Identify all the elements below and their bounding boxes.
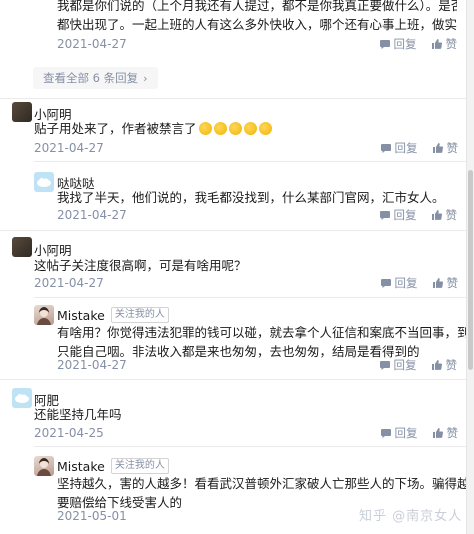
reply-icon [379,40,390,49]
divider [34,161,466,162]
comment-text: 贴子用处来了，作者被禁言了 [34,119,454,138]
comment-text: 还能坚持几年吗 [34,407,122,422]
comment-meta: 2021-04-25 回复 赞 [34,425,458,441]
comment-header: Mistake 关注我的人 [57,307,169,323]
thumbs-up-icon [432,143,443,153]
comment-text-line: 都快出现了。一起上班的人有这么多外快收入，哪个还有心事上班，做实业？ [57,17,457,32]
like-button[interactable]: 赞 [432,425,458,441]
like-button[interactable]: 赞 [431,36,457,52]
thumbs-up-icon [431,210,442,220]
comment-author[interactable]: Mistake [57,459,105,474]
laughing-emoji-icon [243,122,257,135]
cloud-avatar-icon [37,178,51,187]
comment-date: 2021-04-27 [57,208,127,222]
watermark: 知乎 @南京女人 [359,509,463,524]
follower-badge: 关注我的人 [110,458,169,474]
comments-page: 我都是你们说的（上个月我还有人提过，都不是你我真正要做什么）。是否你好心被人骗过… [0,0,474,534]
top-comment: 我都是你们说的（上个月我还有人提过，都不是你我真正要做什么）。是否你好心被人骗过… [57,0,457,34]
comment-text-line: 坚持越久，害的人越多！看看武汉普顿外汇家破人亡那些人的下场。骗得越多，都是 [57,476,474,491]
scrollbar-thumb[interactable] [468,170,473,370]
comment-meta: 2021-04-27 回复 赞 [57,357,457,373]
avatar[interactable] [34,172,54,192]
reply-button[interactable]: 回复 [380,140,418,156]
reply-icon [380,279,391,288]
laughing-emoji-icon [213,122,227,135]
thumbs-up-icon [432,428,443,438]
laughing-emoji-icon [198,122,212,135]
reply-button[interactable]: 回复 [379,36,417,52]
emoji-group [197,121,272,136]
reply-button[interactable]: 回复 [380,275,418,291]
comment-date: 2021-05-01 [57,509,127,523]
reply-icon [380,144,391,153]
laughing-emoji-icon [228,122,242,135]
comment-text-line: 我都是你们说的（上个月我还有人提过，都不是你我真正要做什么）。是否你好心被人骗过… [57,0,457,13]
top-comment-meta: 2021-04-27 回复 赞 [57,36,457,52]
scrollbar[interactable] [466,0,474,534]
person-avatar-icon [37,307,51,325]
reply-button[interactable]: 回复 [380,425,418,441]
like-button[interactable]: 赞 [432,140,458,156]
comment-text: 我找了半天，他们说的，我毛都没找到，什么某部门官网，汇市女人。 [57,190,445,205]
reply-icon [380,429,391,438]
comment-date: 2021-04-27 [34,141,104,155]
avatar[interactable] [12,388,32,408]
comment-text: 这帖子关注度很高啊，可是有啥用呢？ [34,258,247,273]
like-button[interactable]: 赞 [432,275,458,291]
comment-meta: 2021-04-27 回复 赞 [57,207,457,223]
comment-date: 2021-04-25 [34,426,104,440]
divider [0,98,466,99]
divider [34,446,466,447]
chevron-right-icon: › [143,71,148,85]
reply-icon [379,211,390,220]
follower-badge: 关注我的人 [110,307,169,323]
thumbs-up-icon [431,39,442,49]
like-button[interactable]: 赞 [431,207,457,223]
comment-text-line: 有啥用？你觉得违法犯罪的钱可以碰，就去拿个人征信和案底不当回事，到最后苦果 [57,325,474,340]
view-all-replies-button[interactable]: 查看全部 6 条回复 › [33,67,158,89]
comment-date: 2021-04-27 [57,358,127,372]
comment-text: 有啥用？你觉得违法犯罪的钱可以碰，就去拿个人征信和案底不当回事，到最后苦果 只能… [57,323,474,361]
comment-date: 2021-04-27 [57,37,127,51]
divider [0,230,466,231]
reply-icon [379,361,390,370]
comment-meta: 2021-04-27 回复 赞 [34,140,458,156]
avatar[interactable] [12,102,32,122]
comment-meta: 2021-04-27 回复 赞 [34,275,458,291]
avatar[interactable] [34,305,54,325]
cloud-avatar-icon [15,394,29,403]
laughing-emoji-icon [258,122,272,135]
person-avatar-icon [37,458,51,476]
thumbs-up-icon [432,278,443,288]
reply-button[interactable]: 回复 [379,207,417,223]
avatar[interactable] [12,237,32,257]
comment-header: Mistake 关注我的人 [57,458,169,474]
comment-date: 2021-04-27 [34,276,104,290]
divider [0,379,466,380]
comment-author[interactable]: Mistake [57,308,105,323]
divider [34,297,466,298]
avatar[interactable] [34,456,54,476]
like-button[interactable]: 赞 [431,357,457,373]
thumbs-up-icon [431,360,442,370]
reply-button[interactable]: 回复 [379,357,417,373]
